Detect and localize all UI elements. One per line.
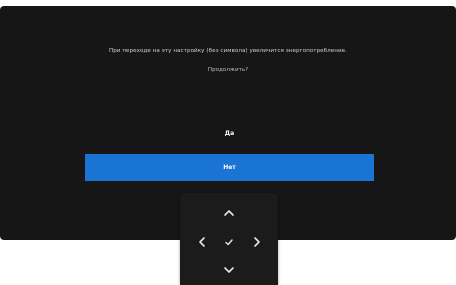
chevron-right-icon[interactable]	[249, 234, 265, 250]
dialog-question: Продолжить?	[207, 67, 249, 73]
dialog-message: При переходе на эту настройку (без симво…	[108, 48, 347, 54]
chevron-left-icon[interactable]	[194, 234, 210, 250]
check-icon[interactable]	[221, 234, 237, 250]
yes-button[interactable]: Да	[85, 124, 374, 144]
no-button[interactable]: Нет	[85, 154, 374, 181]
remote-nav-pad	[180, 193, 278, 285]
chevron-up-icon[interactable]	[221, 205, 237, 221]
chevron-down-icon[interactable]	[221, 262, 237, 278]
